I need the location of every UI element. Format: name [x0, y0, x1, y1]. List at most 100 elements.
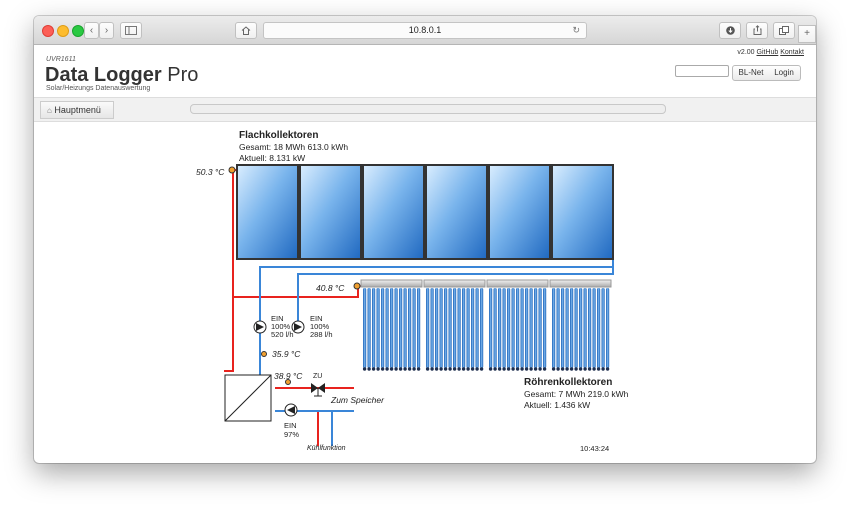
tube-2-10 — [466, 288, 470, 368]
browser-window: ‹ › 10.8.0.1 ↻ + UVR1611 Data Logger Pro… — [34, 16, 816, 463]
tube-4-1 — [552, 288, 556, 368]
tube-end-1-3 — [371, 367, 376, 371]
return-temp-label: 35.9 °C — [272, 349, 301, 359]
tube-end-3-9 — [524, 367, 529, 371]
tube-4-2 — [556, 288, 560, 368]
tube-4-11 — [597, 288, 601, 368]
tube-1-3 — [372, 288, 376, 368]
tube-4-7 — [579, 288, 583, 368]
tube-2-11 — [471, 288, 475, 368]
tube-end-3-11 — [533, 367, 538, 371]
to-storage-label: Zum Speicher — [331, 395, 384, 405]
tube-end-1-4 — [376, 367, 380, 371]
tube-1-10 — [403, 288, 407, 368]
tube-end-1-6 — [385, 367, 389, 371]
tube-end-4-6 — [574, 367, 578, 371]
flat-panel-5 — [488, 164, 551, 260]
tube-end-2-11 — [470, 367, 475, 371]
tube-end-4-5 — [569, 367, 574, 371]
tube-end-2-9 — [461, 367, 466, 371]
tube-3-5 — [507, 288, 511, 368]
flat-panel-4 — [425, 164, 488, 260]
flat-collectors — [228, 164, 614, 260]
tube-4-10 — [592, 288, 596, 368]
pump-2 — [291, 320, 305, 334]
cooling-label: Kühlfunktion — [307, 445, 346, 452]
tube-4-4 — [565, 288, 569, 368]
tube-3-7 — [516, 288, 520, 368]
tube-end-2-6 — [448, 367, 452, 371]
tube-2-12 — [475, 288, 479, 368]
tube-1-8 — [394, 288, 398, 368]
pump-3-percent: 97% — [284, 430, 300, 439]
tube-end-1-9 — [398, 367, 403, 371]
tube-end-1-1 — [362, 367, 367, 371]
tube-end-2-13 — [479, 367, 484, 371]
tube-3-3 — [498, 288, 502, 368]
tube-end-2-5 — [443, 367, 448, 371]
flat-title: Flachkollektoren — [239, 130, 319, 141]
return-temp-sensor — [261, 351, 267, 357]
tube-4-13 — [606, 288, 610, 368]
tube-4-8 — [583, 288, 587, 368]
tube-end-1-13 — [416, 367, 421, 371]
tube-1-9 — [399, 288, 403, 368]
tube-end-3-5 — [506, 367, 511, 371]
flat-panel-6 — [551, 164, 614, 260]
tube-header-2 — [423, 279, 486, 288]
valve — [311, 383, 325, 397]
pump-3-info: EIN 97% — [284, 421, 299, 439]
tube-end-3-3 — [497, 367, 502, 371]
tube-end-3-13 — [542, 367, 547, 371]
tube-end-1-2 — [367, 367, 371, 371]
tube-1-11 — [408, 288, 412, 368]
tube-2-1 — [426, 288, 430, 368]
tube-3-8 — [520, 288, 524, 368]
flat-temp-sensor — [228, 166, 236, 174]
tube-2-7 — [453, 288, 457, 368]
flat-panel-2 — [299, 164, 362, 260]
tube-4-5 — [570, 288, 574, 368]
tube-3-12 — [538, 288, 542, 368]
tube-end-4-13 — [605, 367, 610, 371]
flat-total: Gesamt: 18 MWh 613.0 kWh — [239, 142, 349, 152]
tube-2-4 — [439, 288, 443, 368]
tube-end-2-3 — [434, 367, 439, 371]
tube-3-6 — [511, 288, 515, 368]
tube-2-2 — [430, 288, 434, 368]
tube-collectors — [353, 279, 612, 371]
tube-end-1-8 — [394, 367, 398, 371]
tube-2-3 — [435, 288, 439, 368]
tube-end-4-1 — [551, 367, 556, 371]
tube-end-2-8 — [457, 367, 461, 371]
tube-end-4-8 — [583, 367, 587, 371]
tube-end-3-4 — [502, 367, 506, 371]
pump-3-state: EIN — [284, 421, 297, 430]
heat-exchanger — [224, 374, 272, 422]
tube-1-5 — [381, 288, 385, 368]
tube-header-4 — [549, 279, 612, 288]
pump-2-flow: 288 l/h — [310, 330, 333, 339]
pump-2-info: EIN 100% 288 l/h — [310, 315, 333, 339]
tube-1-2 — [367, 288, 371, 368]
valve-state: ZU — [313, 373, 323, 380]
tube-total: Gesamt: 7 MWh 219.0 kWh — [524, 389, 629, 399]
tube-temp-label: 40.8 °C — [316, 283, 345, 293]
tube-2-8 — [457, 288, 461, 368]
clock-time: 10:43:24 — [580, 444, 610, 453]
tube-temp-sensor — [353, 282, 361, 290]
tube-end-3-6 — [511, 367, 515, 371]
tube-1-12 — [412, 288, 416, 368]
tube-end-1-10 — [403, 367, 407, 371]
tube-4-6 — [574, 288, 578, 368]
tube-1-7 — [390, 288, 394, 368]
tube-end-1-12 — [412, 367, 416, 371]
tube-end-4-12 — [601, 367, 605, 371]
tube-end-3-10 — [529, 367, 533, 371]
tube-end-2-2 — [430, 367, 434, 371]
tube-end-3-2 — [493, 367, 497, 371]
tube-2-9 — [462, 288, 466, 368]
tube-end-3-8 — [520, 367, 524, 371]
tube-4-3 — [561, 288, 565, 368]
tube-3-11 — [534, 288, 538, 368]
